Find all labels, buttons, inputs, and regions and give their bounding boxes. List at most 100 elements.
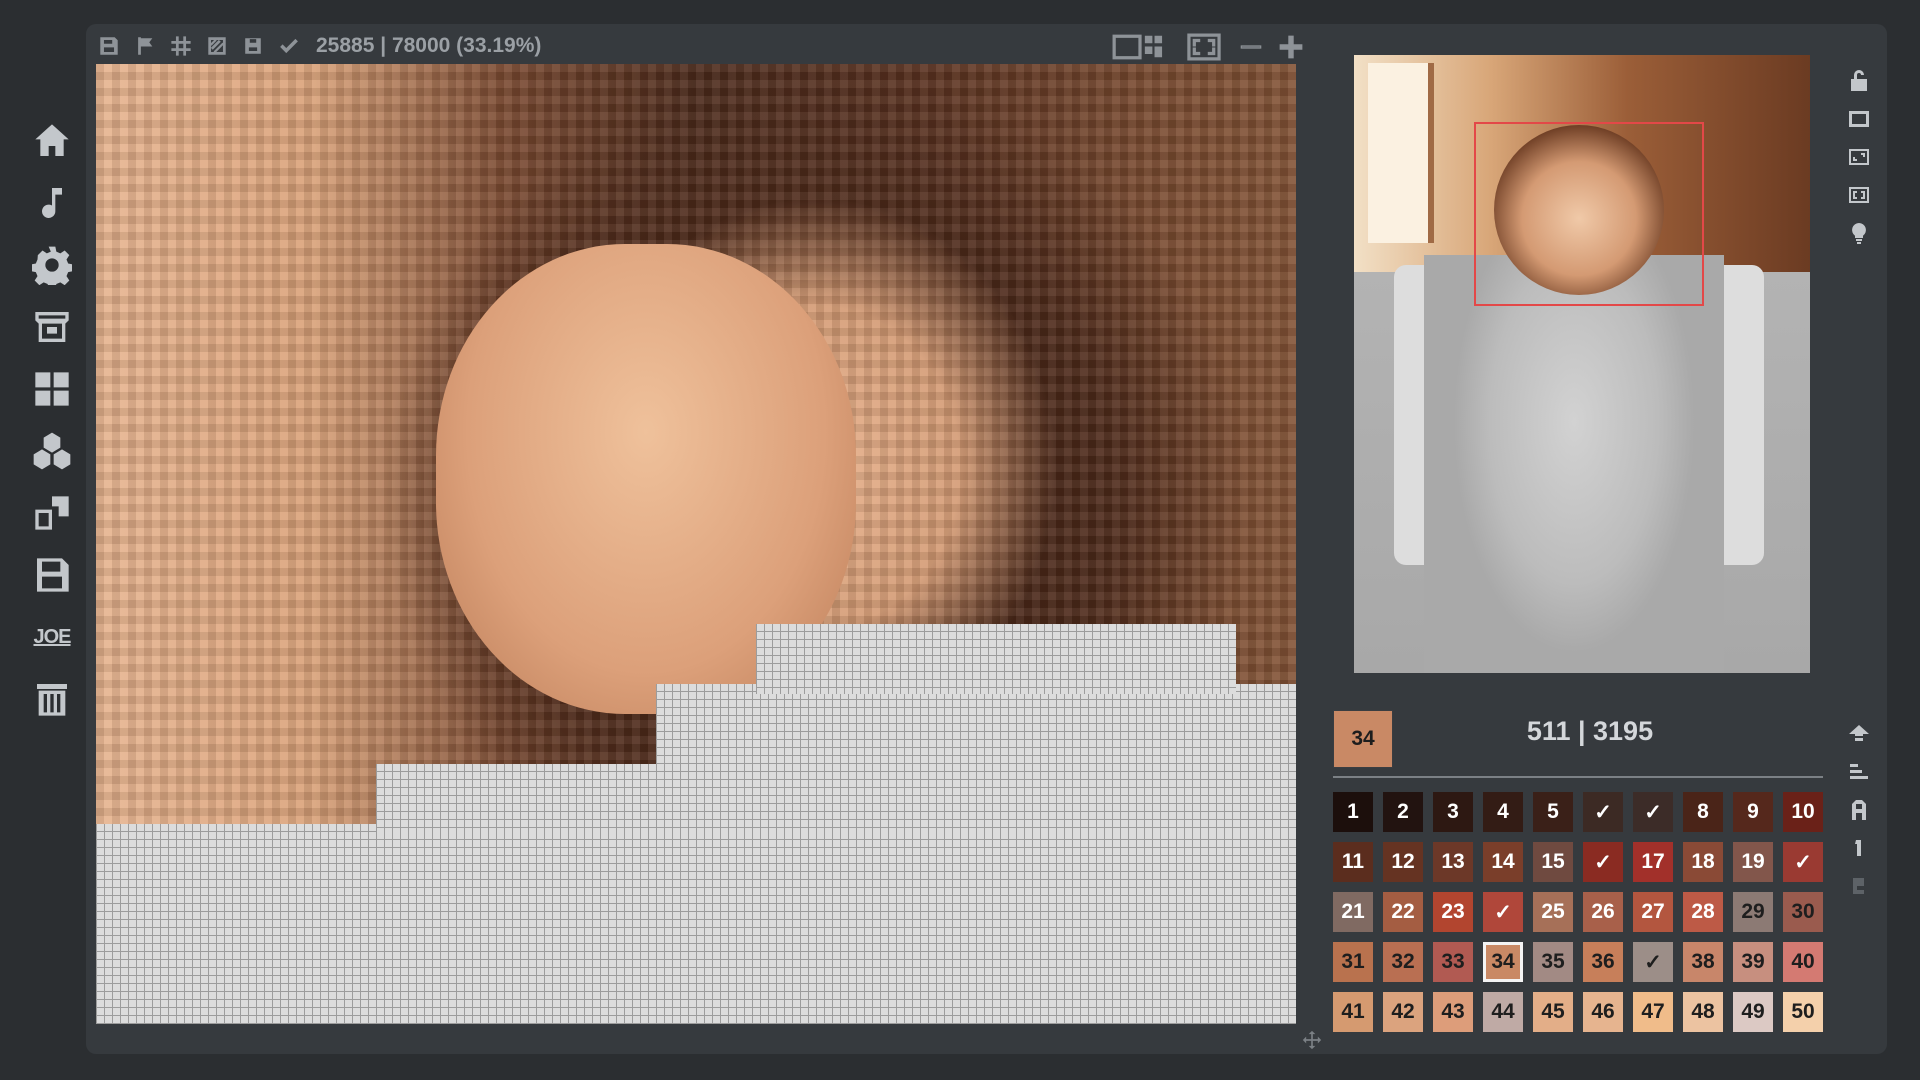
palette-swatch[interactable]: 25 bbox=[1533, 892, 1573, 932]
font-a-icon[interactable] bbox=[1844, 791, 1874, 829]
palette-swatch[interactable]: 34 bbox=[1483, 942, 1523, 982]
progress-counter: 25885 | 78000 (33.19%) bbox=[316, 34, 542, 57]
palette-swatch-completed[interactable]: ✓ bbox=[1583, 792, 1623, 832]
palette-swatch[interactable]: 30 bbox=[1783, 892, 1823, 932]
home-icon[interactable] bbox=[24, 110, 80, 172]
palette-swatch[interactable]: 45 bbox=[1533, 992, 1573, 1032]
unpainted-grid-region[interactable] bbox=[96, 824, 1296, 1024]
unpainted-grid-region[interactable] bbox=[656, 684, 1296, 834]
move-icon[interactable] bbox=[1302, 1030, 1322, 1050]
check-icon[interactable] bbox=[276, 33, 302, 59]
bucket-icon[interactable] bbox=[240, 33, 266, 59]
palette-swatch-completed[interactable]: ✓ bbox=[1483, 892, 1523, 932]
palette-swatch[interactable]: 10 bbox=[1783, 792, 1823, 832]
palette-swatch[interactable]: 35 bbox=[1533, 942, 1573, 982]
transfer-icon[interactable] bbox=[24, 482, 80, 544]
palette-divider bbox=[1333, 776, 1823, 778]
palette-swatch[interactable]: 8 bbox=[1683, 792, 1723, 832]
zoom-in-icon[interactable] bbox=[1278, 34, 1304, 60]
palette-swatch[interactable]: 40 bbox=[1783, 942, 1823, 982]
palette-swatch[interactable]: 4 bbox=[1483, 792, 1523, 832]
main-sidebar: JOE bbox=[24, 110, 80, 730]
palette-swatch[interactable]: 1 bbox=[1333, 792, 1373, 832]
music-note-icon[interactable] bbox=[24, 172, 80, 234]
palette-swatch[interactable]: 23 bbox=[1433, 892, 1473, 932]
palette-swatch[interactable]: 9 bbox=[1733, 792, 1773, 832]
color-palette: 1 2 3 4 5 ✓ ✓ 8 9 10 11 12 13 14 15 ✓ 17 18 19 ✓ 21 22 23 ✓ 25 26… bbox=[1333, 792, 1823, 1032]
palette-swatch[interactable]: 22 bbox=[1383, 892, 1423, 932]
cubes-icon[interactable] bbox=[24, 420, 80, 482]
preview-window bbox=[1368, 63, 1434, 243]
palette-swatch[interactable]: 43 bbox=[1433, 992, 1473, 1032]
palette-swatch[interactable]: 12 bbox=[1383, 842, 1423, 882]
palette-swatch[interactable]: 26 bbox=[1583, 892, 1623, 932]
palette-swatch[interactable]: 17 bbox=[1633, 842, 1673, 882]
fullscreen-icon[interactable] bbox=[1184, 33, 1224, 61]
bulb-icon[interactable] bbox=[1844, 214, 1874, 252]
number-2-icon[interactable] bbox=[1844, 867, 1874, 905]
sort-icon[interactable] bbox=[1844, 753, 1874, 791]
palette-swatch[interactable]: 39 bbox=[1733, 942, 1773, 982]
palette-swatch[interactable]: 28 bbox=[1683, 892, 1723, 932]
store-icon[interactable] bbox=[24, 296, 80, 358]
palette-swatch[interactable]: 50 bbox=[1783, 992, 1823, 1032]
palette-swatch[interactable]: 32 bbox=[1383, 942, 1423, 982]
floppy-icon[interactable] bbox=[96, 33, 122, 59]
palette-swatch-completed[interactable]: ✓ bbox=[1583, 842, 1623, 882]
palette-swatch[interactable]: 15 bbox=[1533, 842, 1573, 882]
gear-icon[interactable] bbox=[24, 234, 80, 296]
color-progress-count: 511 | 3195 bbox=[1526, 716, 1654, 746]
palette-swatch[interactable]: 48 bbox=[1683, 992, 1723, 1032]
selected-color-swatch[interactable]: 34 bbox=[1333, 710, 1393, 768]
right-tools-top bbox=[1844, 62, 1874, 252]
grid-icon[interactable] bbox=[168, 33, 194, 59]
number-1-icon[interactable] bbox=[1844, 829, 1874, 867]
palette-swatch[interactable]: 42 bbox=[1383, 992, 1423, 1032]
palette-swatch[interactable]: 18 bbox=[1683, 842, 1723, 882]
palette-swatch[interactable]: 3 bbox=[1433, 792, 1473, 832]
flag-icon[interactable] bbox=[132, 33, 158, 59]
palette-swatch[interactable]: 5 bbox=[1533, 792, 1573, 832]
palette-swatch[interactable]: 11 bbox=[1333, 842, 1373, 882]
fit-icon[interactable] bbox=[1844, 176, 1874, 214]
palette-swatch[interactable]: 41 bbox=[1333, 992, 1373, 1032]
palette-swatch-completed[interactable]: ✓ bbox=[1633, 792, 1673, 832]
palette-swatch[interactable]: 33 bbox=[1433, 942, 1473, 982]
unpainted-grid-region[interactable] bbox=[756, 624, 1236, 694]
palette-swatch[interactable]: 46 bbox=[1583, 992, 1623, 1032]
palette-swatch[interactable]: 38 bbox=[1683, 942, 1723, 982]
palette-swatch[interactable]: 44 bbox=[1483, 992, 1523, 1032]
right-tools-bottom bbox=[1844, 715, 1874, 905]
frame-icon[interactable] bbox=[1844, 100, 1874, 138]
up-arrow-icon[interactable] bbox=[1844, 715, 1874, 753]
viewport-indicator[interactable] bbox=[1474, 122, 1704, 306]
palette-swatch[interactable]: 31 bbox=[1333, 942, 1373, 982]
trash-icon[interactable] bbox=[24, 668, 80, 730]
gallery-grid-icon[interactable] bbox=[24, 358, 80, 420]
joe-button[interactable]: JOE bbox=[24, 606, 80, 668]
palette-swatch[interactable]: 19 bbox=[1733, 842, 1773, 882]
palette-swatch-completed[interactable]: ✓ bbox=[1783, 842, 1823, 882]
palette-swatch[interactable]: 13 bbox=[1433, 842, 1473, 882]
palette-swatch-completed[interactable]: ✓ bbox=[1633, 942, 1673, 982]
palette-swatch[interactable]: 47 bbox=[1633, 992, 1673, 1032]
zoom-out-icon[interactable] bbox=[1238, 34, 1264, 60]
palette-swatch[interactable]: 29 bbox=[1733, 892, 1773, 932]
palette-swatch[interactable]: 36 bbox=[1583, 942, 1623, 982]
save-icon[interactable] bbox=[24, 544, 80, 606]
split-view-icon[interactable] bbox=[1110, 34, 1170, 60]
palette-swatch[interactable]: 27 bbox=[1633, 892, 1673, 932]
palette-swatch[interactable]: 2 bbox=[1383, 792, 1423, 832]
palette-swatch[interactable]: 49 bbox=[1733, 992, 1773, 1032]
unpainted-grid-region[interactable] bbox=[376, 764, 676, 834]
joe-label: JOE bbox=[33, 625, 71, 648]
pixel-canvas[interactable] bbox=[96, 64, 1296, 1024]
view-toolbar bbox=[1110, 32, 1304, 62]
palette-swatch[interactable]: 14 bbox=[1483, 842, 1523, 882]
hatch-icon[interactable] bbox=[204, 33, 230, 59]
preview-figure bbox=[1424, 255, 1724, 673]
palette-swatch[interactable]: 21 bbox=[1333, 892, 1373, 932]
expand-icon[interactable] bbox=[1844, 138, 1874, 176]
lock-open-icon[interactable] bbox=[1844, 62, 1874, 100]
reference-preview[interactable] bbox=[1354, 55, 1810, 673]
